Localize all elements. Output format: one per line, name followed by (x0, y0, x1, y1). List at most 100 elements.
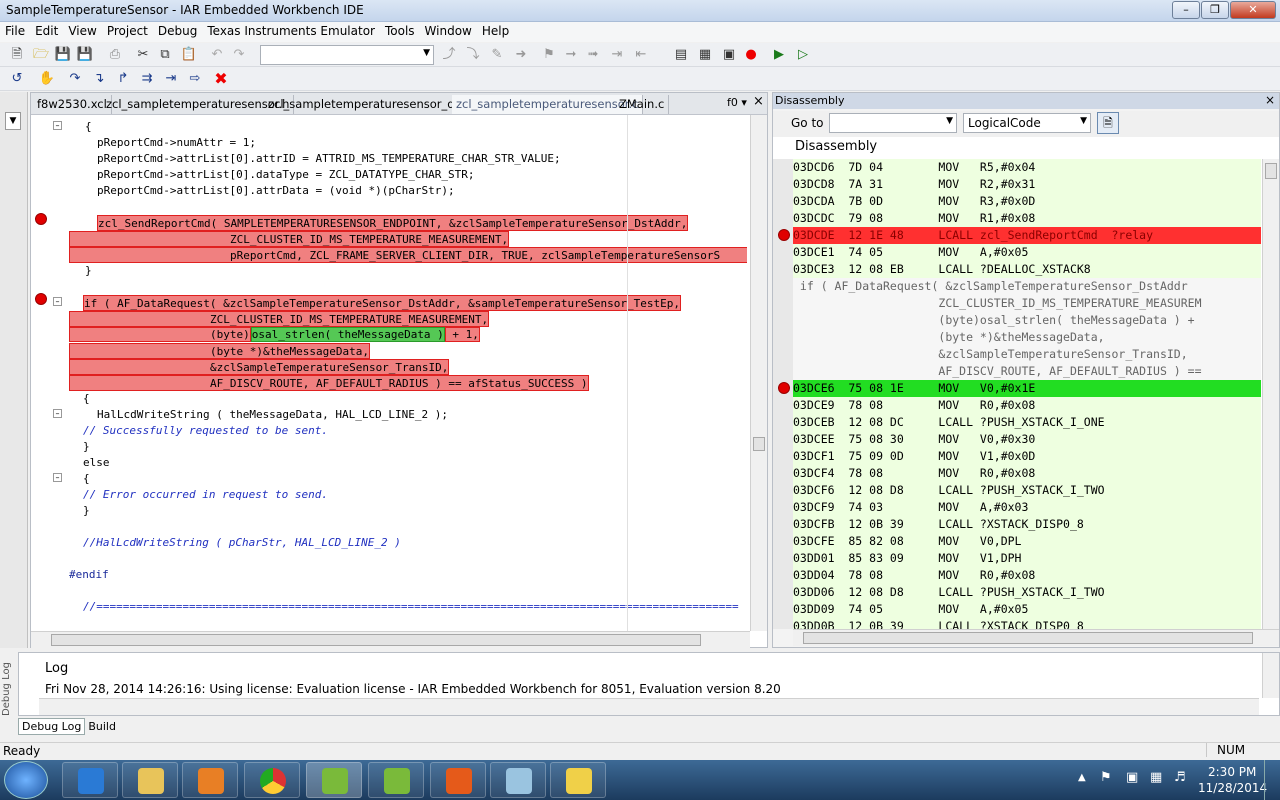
break-icon[interactable]: ✋ (38, 70, 56, 88)
memory-view-icon[interactable]: 🗎 (1097, 112, 1119, 134)
save-icon[interactable]: 💾 (54, 46, 72, 64)
close-tab-icon[interactable]: × (753, 94, 764, 109)
menu-tools[interactable]: Tools (380, 22, 420, 40)
source-line[interactable]: if ( AF_DataRequest( &zclSampleTemperatu… (793, 278, 1261, 295)
download-debug-icon[interactable]: ▶ (770, 46, 788, 64)
show-desktop-button[interactable] (1264, 760, 1280, 800)
fold-icon[interactable]: – (53, 473, 62, 482)
breakpoint-icon[interactable] (35, 213, 47, 225)
run-to-cursor-icon[interactable]: ⇥ (162, 70, 180, 88)
taskbar-chrome[interactable] (244, 762, 300, 798)
menu-edit[interactable]: Edit (30, 22, 63, 40)
disassembly-row[interactable]: 03DD01 85 83 09 MOV V1,DPH (793, 550, 1261, 567)
disassembly-row[interactable]: 03DCDE 12 1E 48 LCALL zcl_SendReportCmd … (793, 227, 1261, 244)
disassembly-row[interactable]: 03DCE1 74 05 MOV A,#0x05 (793, 244, 1261, 261)
goto-icon[interactable]: ➜ (512, 46, 530, 64)
disassembly-row[interactable]: 03DCD6 7D 04 MOV R5,#0x04 (793, 159, 1261, 176)
disassembly-row[interactable]: 03DCE9 78 08 MOV R0,#0x08 (793, 397, 1261, 414)
taskbar-media[interactable] (182, 762, 238, 798)
menu-help[interactable]: Help (477, 22, 514, 40)
tab-f8w2530-xcl[interactable]: f8w2530.xcl (33, 95, 112, 114)
disassembly-row[interactable]: 03DCE6 75 08 1E MOV V0,#0x1E (793, 380, 1261, 397)
stop-debugging-icon[interactable]: ✖ (212, 70, 230, 88)
taskbar-explorer[interactable] (122, 762, 178, 798)
scroll-thumb[interactable] (803, 632, 1253, 644)
toggle-breakpoint-icon[interactable]: ● (742, 46, 760, 64)
disassembly-row[interactable]: 03DCF9 74 03 MOV A,#0x03 (793, 499, 1261, 516)
disassembly-row[interactable]: 03DD09 74 05 MOV A,#0x05 (793, 601, 1261, 618)
code-area[interactable]: { pReportCmd->numAttr = 1; pReportCmd->a… (67, 115, 747, 631)
source-line[interactable]: &zclSampleTemperatureSensor_TransID, (793, 346, 1261, 363)
source-line[interactable]: (byte *)&theMessageData, (793, 329, 1261, 346)
disassembly-row[interactable]: 03DCEB 12 08 DC LCALL ?PUSH_XSTACK_I_ONE (793, 414, 1261, 431)
go-icon[interactable]: ⇨ (186, 70, 204, 88)
step-out-icon[interactable]: ↱ (114, 70, 132, 88)
close-pane-icon[interactable]: × (1265, 93, 1275, 107)
fold-icon[interactable]: – (53, 409, 62, 418)
breakpoint-icon[interactable] (778, 382, 790, 394)
clock-time[interactable]: 2:30 PM (1208, 765, 1256, 779)
menu-window[interactable]: Window (420, 22, 477, 40)
taskbar-terminal[interactable] (550, 762, 606, 798)
debug-without-download-icon[interactable]: ▷ (794, 46, 812, 64)
log-horizontal-scrollbar[interactable] (39, 698, 1259, 715)
action-center-icon[interactable]: ⚑ (1100, 770, 1112, 785)
tab-debug-log[interactable]: Debug Log (18, 718, 86, 735)
compile-icon[interactable]: ▤ (672, 46, 690, 64)
print-icon[interactable]: ⎙ (106, 46, 124, 64)
step-into-icon[interactable]: ↴ (90, 70, 108, 88)
display-icon[interactable]: ▣ (1126, 770, 1138, 785)
replace-icon[interactable]: ✎ (488, 46, 506, 64)
redo-icon[interactable]: ↷ (230, 46, 248, 64)
goto-input[interactable]: ▼ (829, 113, 957, 133)
fold-icon[interactable]: – (53, 121, 62, 130)
disassembly-row[interactable]: 03DCFE 85 82 08 MOV V0,DPL (793, 533, 1261, 550)
next-statement-icon[interactable]: ⇉ (138, 70, 156, 88)
breakpoint-icon[interactable] (778, 229, 790, 241)
menu-ti-emulator[interactable]: Texas Instruments Emulator (202, 22, 380, 40)
minimize-button[interactable]: – (1172, 1, 1200, 19)
find-next-icon[interactable]: ⤴ (440, 46, 458, 64)
volume-icon[interactable]: ♬ (1174, 770, 1186, 785)
disassembly-row[interactable]: 03DCF4 78 08 MOV R0,#0x08 (793, 465, 1261, 482)
disassembly-row[interactable]: 03DCDA 7B 0D MOV R3,#0x0D (793, 193, 1261, 210)
disassembly-row[interactable]: 03DCE3 12 08 EB LCALL ?DEALLOC_XSTACK8 (793, 261, 1261, 278)
reset-icon[interactable]: ↺ (8, 70, 26, 88)
workspace-dropdown[interactable]: ▼ (5, 112, 21, 130)
maximize-button[interactable]: ❐ (1201, 1, 1229, 19)
close-window-button[interactable]: ✕ (1230, 1, 1276, 19)
new-file-icon[interactable]: 🗎 (8, 46, 26, 64)
save-all-icon[interactable]: 💾 (76, 46, 94, 64)
copy-icon[interactable]: ⧉ (156, 46, 174, 64)
toggle-bookmark-icon[interactable]: ⚑ (540, 46, 558, 64)
menu-project[interactable]: Project (102, 22, 153, 40)
tab-build[interactable]: Build (85, 719, 119, 734)
disassembly-row[interactable]: 03DCF6 12 08 D8 LCALL ?PUSH_XSTACK_I_TWO (793, 482, 1261, 499)
disassembly-row[interactable]: 03DCEE 75 08 30 MOV V0,#0x30 (793, 431, 1261, 448)
prev-bookmark-icon[interactable]: ➟ (584, 46, 602, 64)
step-over-icon[interactable]: ↷ (66, 70, 84, 88)
scroll-thumb[interactable] (1265, 163, 1277, 179)
source-line[interactable]: ZCL_CLUSTER_ID_MS_TEMPERATURE_MEASUREM (793, 295, 1261, 312)
show-hidden-icons-icon[interactable]: ▲ (1078, 772, 1086, 783)
disassembly-vertical-scrollbar[interactable] (1262, 159, 1279, 629)
scroll-thumb[interactable] (51, 634, 701, 646)
menu-view[interactable]: View (63, 22, 101, 40)
disassembly-row[interactable]: 03DCFB 12 0B 39 LCALL ?XSTACK_DISP0_8 (793, 516, 1261, 533)
taskbar-notes[interactable] (490, 762, 546, 798)
source-line[interactable]: AF_DISCV_ROUTE, AF_DEFAULT_RADIUS ) == (793, 363, 1261, 380)
indent-icon[interactable]: ⇥ (608, 46, 626, 64)
menu-file[interactable]: File (0, 22, 30, 40)
tab-list-dropdown[interactable]: f0 ▾ (727, 96, 747, 109)
taskbar-iar-2[interactable] (368, 762, 424, 798)
editor-horizontal-scrollbar[interactable] (31, 631, 750, 648)
start-button[interactable] (4, 761, 48, 799)
disassembly-row[interactable]: 03DCF1 75 09 0D MOV V1,#0x0D (793, 448, 1261, 465)
network-icon[interactable]: ▦ (1150, 770, 1162, 785)
fold-icon[interactable]: – (53, 297, 62, 306)
disassembly-row[interactable]: 03DCD8 7A 31 MOV R2,#0x31 (793, 176, 1261, 193)
stop-build-icon[interactable]: ▣ (720, 46, 738, 64)
taskbar-iar-1[interactable] (306, 762, 362, 798)
breakpoint-icon[interactable] (35, 293, 47, 305)
menu-debug[interactable]: Debug (153, 22, 202, 40)
